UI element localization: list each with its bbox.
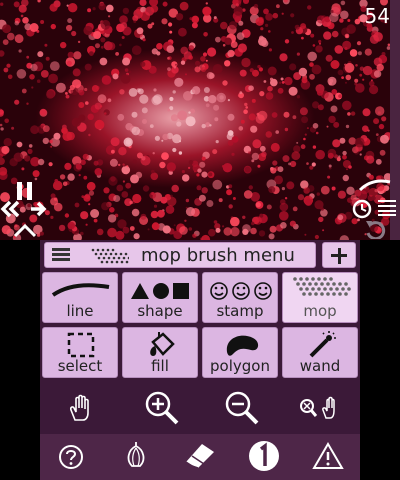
brush-menu-bar[interactable]: mop brush menu xyxy=(44,242,316,268)
stamp-icon xyxy=(210,282,272,300)
tool-select-button[interactable]: select xyxy=(42,327,118,378)
bezel-right xyxy=(360,240,400,480)
tool-label: stamp xyxy=(216,302,264,320)
tool-stamp-button[interactable]: stamp xyxy=(202,272,278,323)
mop-brush-icon xyxy=(89,247,131,265)
list-icon[interactable] xyxy=(378,200,396,216)
layer-one-icon[interactable] xyxy=(247,439,281,473)
zoom-in-icon[interactable] xyxy=(144,390,180,426)
bezel-left xyxy=(0,240,40,480)
help-icon[interactable] xyxy=(58,444,84,470)
tool-polygon-button[interactable]: polygon xyxy=(202,327,278,378)
zoom-reset-icon[interactable] xyxy=(298,396,344,422)
tool-label: wand xyxy=(299,357,341,375)
clock-icon[interactable] xyxy=(352,199,372,219)
view-toolbar xyxy=(40,382,360,432)
onion-icon[interactable] xyxy=(124,440,148,470)
polygon-icon xyxy=(226,335,259,356)
tool-label: mop xyxy=(303,302,337,320)
tool-shape-button[interactable]: shape xyxy=(122,272,198,323)
shape-icon xyxy=(131,283,189,299)
warning-icon[interactable] xyxy=(312,442,344,470)
wand-icon xyxy=(309,331,336,358)
forward-icon[interactable] xyxy=(30,200,48,222)
mop-icon xyxy=(293,277,351,296)
tool-label: select xyxy=(57,357,103,375)
pause-icon[interactable] xyxy=(17,182,33,200)
tool-wand-button[interactable]: wand xyxy=(282,327,358,378)
tool-label: polygon xyxy=(210,357,270,375)
select-icon xyxy=(67,332,95,358)
frame-counter: 54 xyxy=(364,4,390,28)
tool-line-button[interactable]: line xyxy=(42,272,118,323)
bottom-toolbar xyxy=(40,434,360,480)
tool-label: fill xyxy=(151,357,169,375)
eraser-icon[interactable] xyxy=(182,440,218,470)
tool-panel: mop brush menu line shape stamp mop sele… xyxy=(40,240,360,480)
tool-fill-button[interactable]: fill xyxy=(122,327,198,378)
chevron-up-icon[interactable] xyxy=(13,222,37,238)
hand-icon[interactable] xyxy=(66,394,94,422)
tool-mop-button[interactable]: mop xyxy=(282,272,358,323)
tool-label: line xyxy=(66,302,94,320)
zoom-out-icon[interactable] xyxy=(224,390,260,426)
add-button[interactable] xyxy=(322,242,356,268)
canvas-preview[interactable]: 54 xyxy=(0,0,400,240)
fill-icon xyxy=(150,332,175,356)
tool-label: shape xyxy=(137,302,183,320)
undo-icon[interactable] xyxy=(364,219,386,240)
hamburger-icon[interactable] xyxy=(52,248,70,262)
rewind-icon[interactable] xyxy=(0,200,22,222)
painted-canvas xyxy=(0,0,392,240)
line-icon xyxy=(51,283,110,297)
brush-menu-title: mop brush menu xyxy=(141,245,295,266)
wave-icon[interactable] xyxy=(358,178,392,194)
